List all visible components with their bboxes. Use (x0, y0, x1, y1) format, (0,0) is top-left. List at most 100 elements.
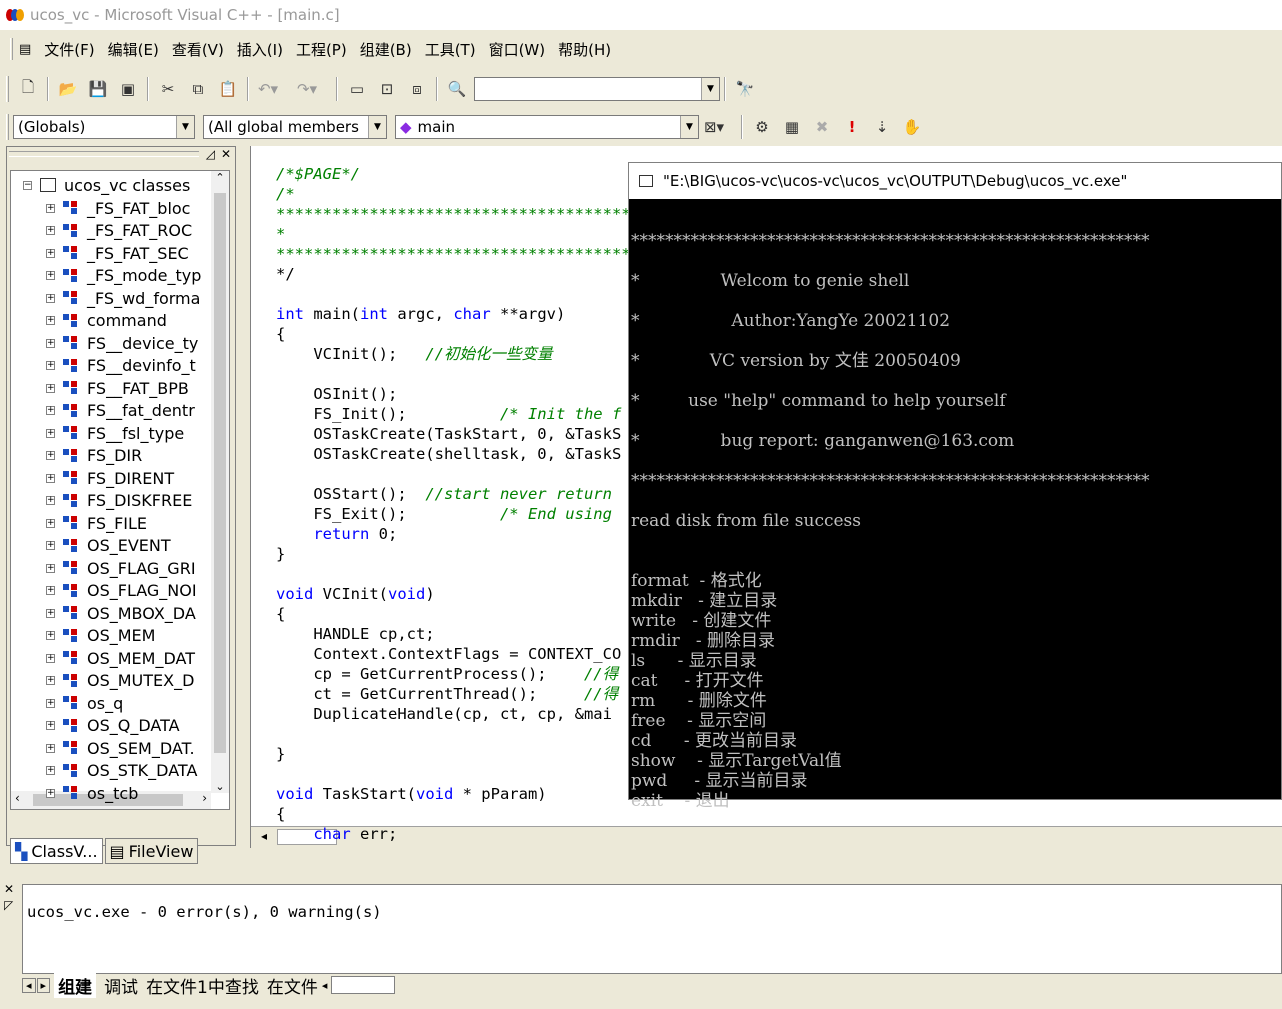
tree-item[interactable]: + os_q (11, 692, 207, 714)
expand-icon[interactable]: + (46, 676, 55, 685)
output-icon[interactable]: ⊡ (375, 77, 399, 101)
menu-help[interactable]: 帮助(H) (558, 39, 611, 60)
new-file-icon[interactable]: 🗋 (16, 77, 40, 101)
expand-icon[interactable]: + (46, 203, 55, 213)
menu-window[interactable]: 窗口(W) (489, 39, 546, 60)
expand-icon[interactable]: + (46, 721, 55, 730)
execute-icon[interactable]: ! (840, 115, 864, 139)
tree-vertical-scrollbar[interactable]: ⌃ ⌄ (211, 171, 229, 793)
console-window[interactable]: "E:\BIG\ucos-vc\ucos-vc\ucos_vc\OUTPUT\D… (628, 162, 1282, 811)
cut-icon[interactable]: ✂ (156, 77, 180, 101)
menu-build[interactable]: 组建(B) (360, 39, 412, 60)
expand-icon[interactable]: + (46, 428, 55, 438)
members-combo[interactable]: (All global members ▼ (203, 115, 387, 139)
tab-build[interactable]: 组建 (54, 972, 97, 998)
expand-icon[interactable]: + (46, 248, 55, 258)
tree-item[interactable]: + FS_FILE (11, 512, 207, 534)
compile-icon[interactable]: ⚙ (750, 115, 774, 139)
scroll-thumb[interactable] (214, 193, 226, 753)
tree-root[interactable]: − ucos_vc classes (11, 174, 207, 196)
expand-icon[interactable]: + (46, 316, 55, 325)
tree-item[interactable]: + os_tcb (11, 782, 207, 804)
expand-icon[interactable]: + (46, 541, 55, 550)
tree-item[interactable]: + _FS_FAT_ROC (11, 220, 207, 242)
build-icon[interactable]: ▦ (780, 115, 804, 139)
tree-item[interactable]: + FS__device_ty (11, 332, 207, 354)
scroll-down-icon[interactable]: ⌄ (211, 780, 229, 793)
menu-file[interactable]: 文件(F) (44, 39, 94, 60)
tree-item[interactable]: + OS_MBOX_DA (11, 602, 207, 624)
close-icon[interactable]: ✕ (4, 882, 14, 896)
tree-item[interactable]: + OS_SEM_DAT. (11, 737, 207, 759)
tab-find-in-files-1[interactable]: 在文件1中查找 (146, 973, 259, 998)
tree-item[interactable]: + FS__fat_dentr (11, 400, 207, 422)
output-scroll-thumb[interactable] (331, 976, 396, 994)
tree-item[interactable]: + FS__FAT_BPB (11, 377, 207, 399)
expand-icon[interactable]: + (46, 608, 55, 618)
tree-item[interactable]: + OS_STK_DATA (11, 760, 207, 782)
tree-item[interactable]: + FS_DIR (11, 445, 207, 467)
menu-project[interactable]: 工程(P) (296, 39, 347, 60)
class-combo[interactable]: (Globals) ▼ (13, 115, 195, 139)
expand-icon[interactable]: + (46, 271, 55, 280)
expand-icon[interactable]: + (46, 451, 55, 460)
expand-icon[interactable]: + (46, 766, 55, 775)
redo-icon[interactable]: ↷▾ (295, 77, 319, 101)
output-text-area[interactable]: ucos_vc.exe - 0 error(s), 0 warning(s) (22, 884, 1282, 974)
function-combo[interactable]: ◆ main ▼ (395, 115, 699, 139)
tree-item[interactable]: + _FS_FAT_bloc (11, 197, 207, 219)
close-icon[interactable]: ✕ (221, 147, 231, 161)
collapse-icon[interactable]: − (23, 180, 32, 190)
tab-scroll-left-icon[interactable]: ◂ (22, 977, 36, 993)
tree-item[interactable]: + FS__fsl_type (11, 422, 207, 444)
search-combo[interactable]: ▼ (474, 77, 720, 101)
tree-item[interactable]: + OS_MUTEX_D (11, 670, 207, 692)
tree-item[interactable]: + FS_DIRENT (11, 467, 207, 489)
tree-item[interactable]: + FS__devinfo_t (11, 355, 207, 377)
tree-item[interactable]: + _FS_wd_forma (11, 287, 207, 309)
expand-icon[interactable]: + (46, 406, 55, 415)
tab-find-in-files-2[interactable]: 在文件 (267, 973, 318, 998)
save-icon[interactable]: 💾 (86, 77, 110, 101)
expand-icon[interactable]: + (46, 338, 55, 348)
copy-icon[interactable]: ⧉ (186, 77, 210, 101)
chevron-down-icon[interactable]: ▼ (680, 116, 698, 138)
chevron-down-icon[interactable]: ▼ (176, 116, 194, 138)
tree-item[interactable]: + _FS_FAT_SEC (11, 242, 207, 264)
find-icon[interactable]: 🔭 (733, 77, 757, 101)
tab-debug[interactable]: 调试 (104, 973, 138, 998)
scroll-up-icon[interactable]: ⌃ (211, 171, 229, 189)
tree-item[interactable]: + OS_MEM_DAT (11, 647, 207, 669)
stop-build-icon[interactable]: ✖ (810, 115, 834, 139)
workspace-icon[interactable]: ▭ (345, 77, 369, 101)
wizard-action-icon[interactable]: ⊠▾ (702, 115, 726, 139)
expand-icon[interactable]: + (46, 653, 55, 663)
window-list-icon[interactable]: ⧈ (405, 77, 429, 101)
tree-item[interactable]: + command (11, 310, 207, 332)
expand-icon[interactable]: + (46, 743, 55, 753)
find-in-files-icon[interactable]: 🔍 (445, 77, 469, 101)
menu-edit[interactable]: 编辑(E) (108, 39, 159, 60)
save-all-icon[interactable]: ▣ (116, 77, 140, 101)
expand-icon[interactable]: + (46, 361, 55, 370)
tree-item[interactable]: + OS_EVENT (11, 535, 207, 557)
expand-icon[interactable]: + (46, 563, 55, 573)
pane-resize-icon[interactable]: ◸ (4, 898, 13, 912)
tree-item[interactable]: + _FS_mode_typ (11, 265, 207, 287)
tab-fileview[interactable]: ▤ FileView (104, 838, 199, 864)
scroll-left-icon[interactable]: ◂ (261, 829, 267, 843)
tree-item[interactable]: + OS_FLAG_NOI (11, 580, 207, 602)
paste-icon[interactable]: 📋 (216, 77, 240, 101)
expand-icon[interactable]: + (46, 496, 55, 505)
open-folder-icon[interactable]: 📂 (56, 77, 80, 101)
menu-insert[interactable]: 插入(I) (237, 39, 283, 60)
breakpoint-hand-icon[interactable]: ✋ (900, 115, 924, 139)
tree-item[interactable]: + OS_MEM (11, 625, 207, 647)
tree-item[interactable]: + OS_Q_DATA (11, 715, 207, 737)
tab-scroll-icon[interactable]: ◂ (322, 979, 328, 992)
menu-view[interactable]: 查看(V) (172, 39, 224, 60)
expand-icon[interactable]: + (46, 788, 55, 798)
tree-item[interactable]: + FS_DISKFREE (11, 490, 207, 512)
go-icon[interactable]: ⇣ (870, 115, 894, 139)
tab-scroll-right-icon[interactable]: ▸ (36, 977, 51, 993)
